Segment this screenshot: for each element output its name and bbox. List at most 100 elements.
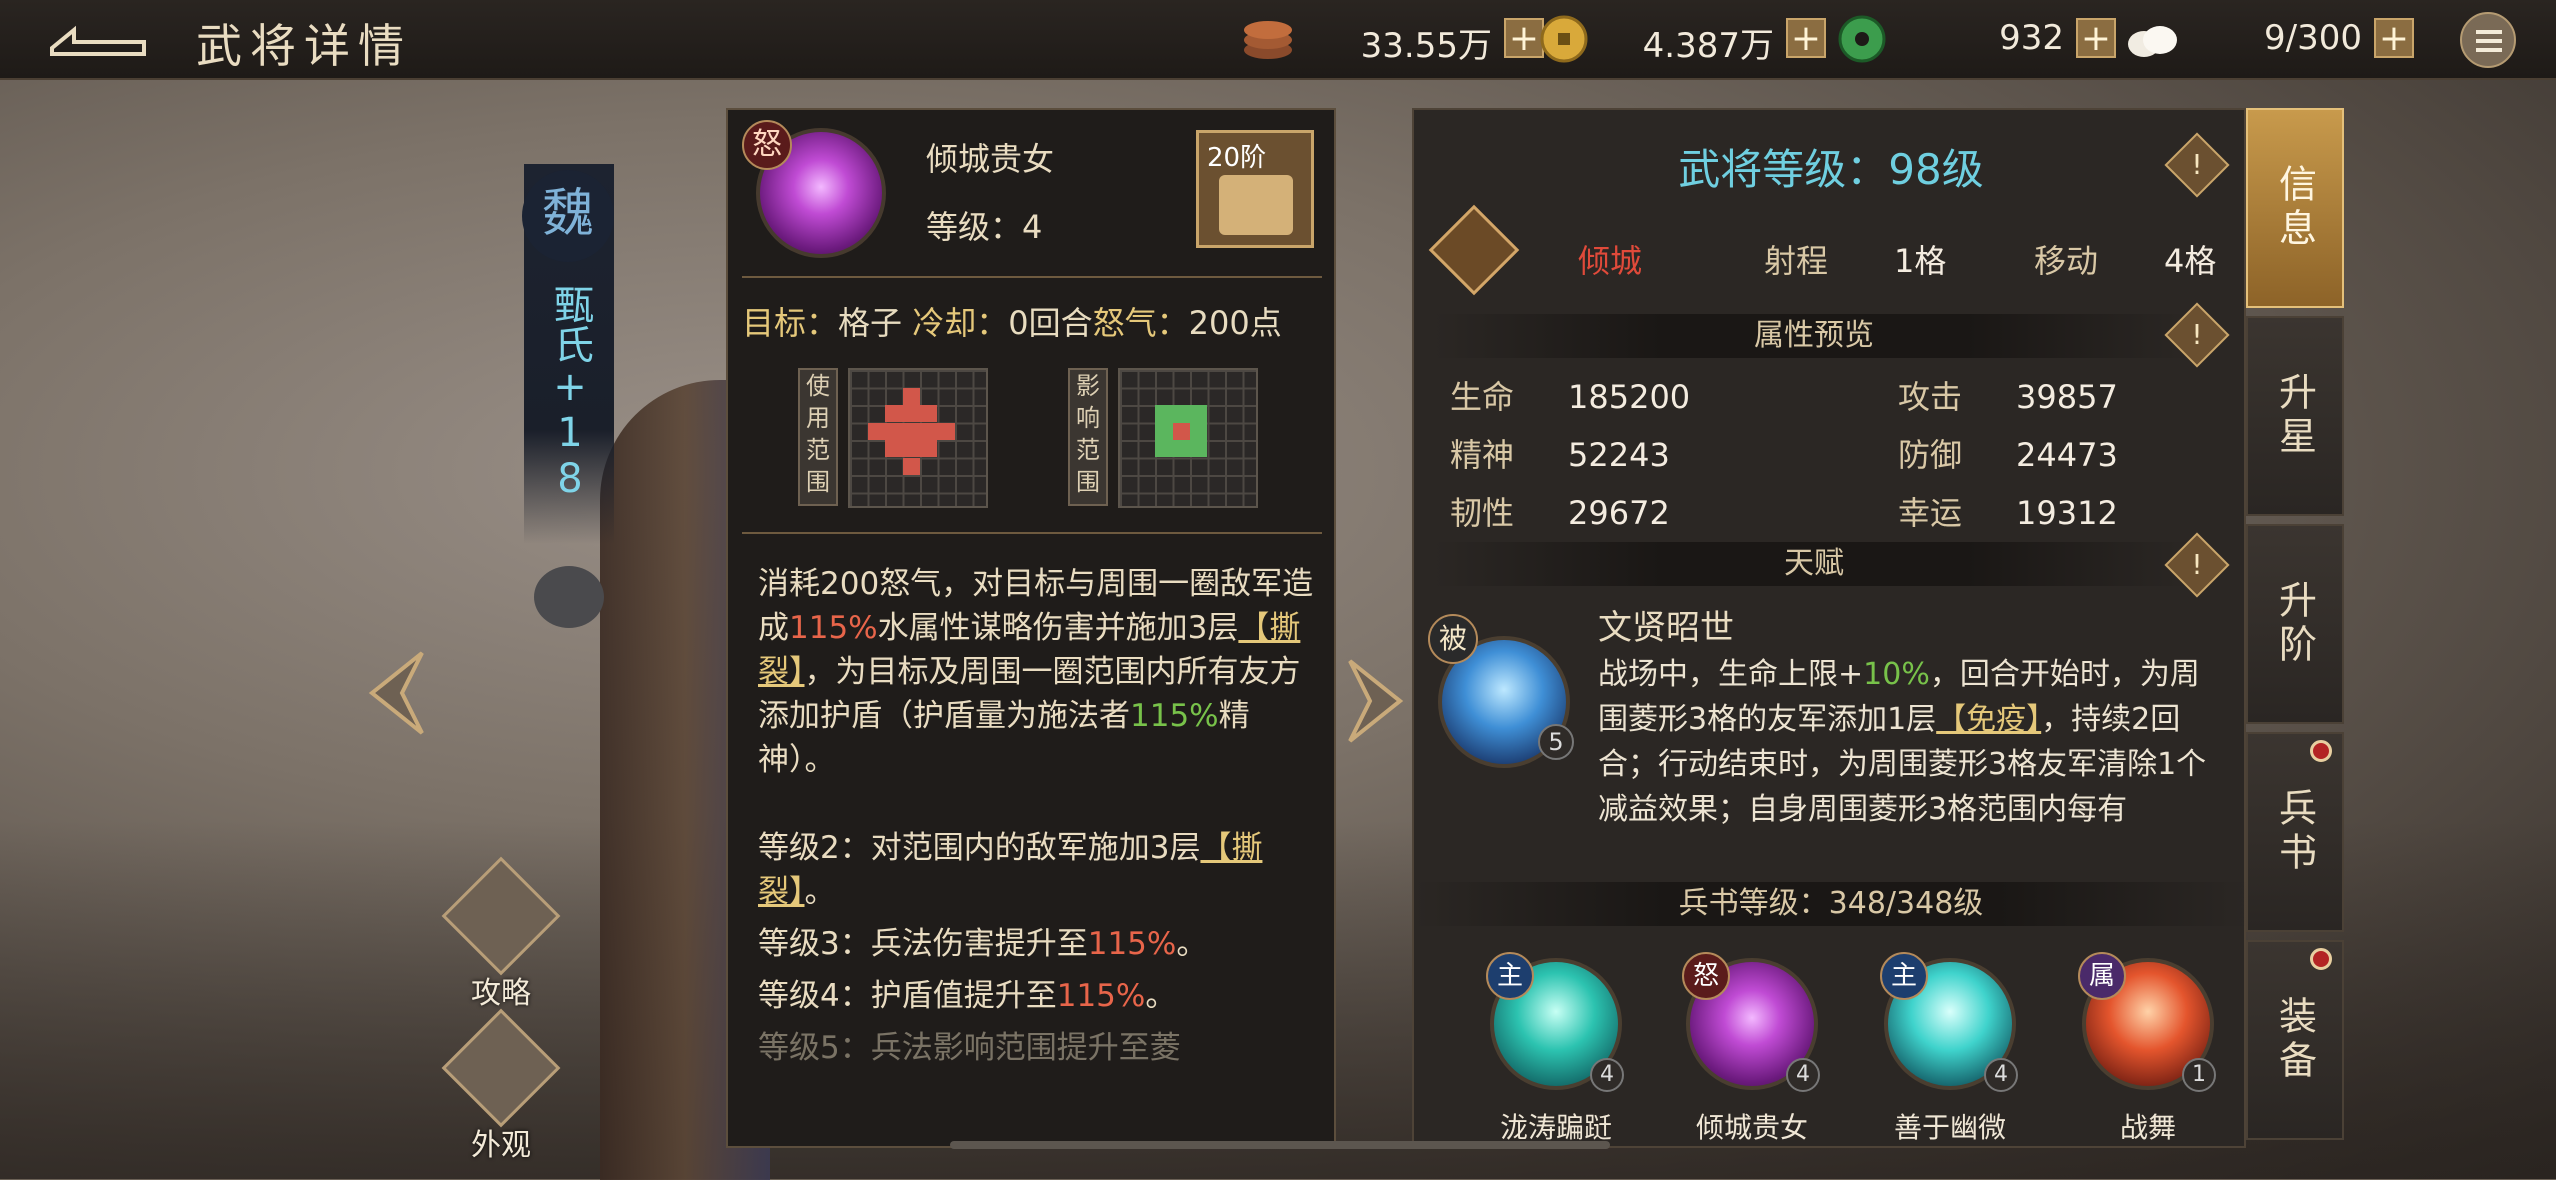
skill-slot-4[interactable]: 属 1 战舞: [2058, 952, 2238, 1146]
skill-level: 等级：4: [926, 208, 1043, 246]
top-bar: 武将详情 33.55万 + 4.387万 + 932 + 9/300 +: [0, 0, 2556, 80]
bingshu-notification-dot: [2310, 740, 2332, 762]
subtle-hand-icon: 主 4: [1880, 952, 2018, 1092]
menu-icon: [2476, 30, 2502, 34]
tab-rank-up[interactable]: 升阶: [2246, 524, 2344, 724]
hero-name-text: 甄氏: [547, 284, 593, 364]
copper-resource: 33.55万 +: [1240, 14, 1544, 66]
appearance-icon: [441, 1008, 561, 1128]
skill-level-badge: 4: [1590, 1058, 1624, 1092]
jade-amount: 932: [1999, 18, 2064, 58]
menu-icon-line: [2476, 39, 2502, 43]
skill-level-badge: 4: [1786, 1058, 1820, 1092]
appearance-button[interactable]: 外观: [441, 1008, 561, 1164]
hero-level: 武将等级：98级: [1678, 145, 1984, 194]
page-title: 武将详情: [196, 19, 412, 73]
jade-resource: 932 +: [1834, 14, 2116, 64]
active-badge: 主: [1486, 952, 1534, 1000]
skill-slot-1[interactable]: 主 4 泷涛蹁跹: [1466, 952, 1646, 1146]
hero-enhance-level: +18: [547, 364, 593, 502]
back-button[interactable]: [44, 18, 154, 62]
scroll-icon: [1219, 175, 1293, 235]
home-indicator: [950, 1141, 1610, 1149]
add-jade-button[interactable]: +: [2076, 18, 2116, 58]
skill-rank-badge: 20阶: [1196, 130, 1314, 248]
add-gold-button[interactable]: +: [1786, 18, 1826, 58]
skill-name: 善于幽微: [1893, 1111, 2006, 1144]
desc-percent: 115%: [1130, 698, 1219, 734]
desc-text: 等级2：对范围内的敌军施加3层: [758, 830, 1201, 866]
talent-name: 文贤昭世: [1598, 608, 1734, 648]
attr-luck: 幸运 19312: [1898, 488, 2118, 534]
talent-text: 战场中，生命上限+: [1598, 657, 1864, 692]
desc-text: 等级3：兵法伤害提升至: [758, 926, 1088, 962]
attr-label: 攻击: [1898, 378, 1963, 416]
attr-section-title: 属性预览: [1434, 314, 2194, 358]
next-hero-arrow-icon[interactable]: [1340, 656, 1410, 746]
attr-value: 39857: [2016, 378, 2118, 416]
skill-name: 泷涛蹁跹: [1499, 1111, 1612, 1144]
attr-value: 19312: [2016, 494, 2118, 532]
center-cell: [1173, 423, 1190, 440]
rage-badge: 怒: [742, 120, 792, 170]
attr-label: 精神: [1450, 436, 1515, 474]
effect-range-grid: [1118, 368, 1258, 508]
attr-hp: 生命 185200: [1450, 372, 1690, 418]
range-cell: [868, 423, 955, 440]
use-range-grid: [848, 368, 988, 508]
rage-label: 怒气：: [1092, 304, 1189, 342]
strategy-button[interactable]: 攻略: [441, 856, 561, 1012]
target-label: 目标：: [742, 304, 839, 342]
menu-button[interactable]: [2460, 12, 2516, 68]
skill-name: 倾城贵女: [1695, 1111, 1808, 1144]
steamed-bun-icon: [2128, 26, 2177, 57]
prev-hero-arrow-icon[interactable]: [362, 648, 432, 738]
skill-description: 消耗200怒气，对目标与周围一圈敌军造成115%水属性谋略伤害并施加3层【撕裂】…: [758, 562, 1318, 1070]
gold-amount: 4.387万: [1642, 26, 1774, 66]
desc-text: 。: [1176, 926, 1208, 962]
faction-emblem: 魏: [522, 170, 614, 262]
desc-percent: 115%: [789, 610, 878, 646]
wave-dance-icon: 主 4: [1486, 952, 1624, 1092]
bingshu-level: 兵书等级：348/348级: [1414, 882, 2248, 926]
copper-amount: 33.55万: [1360, 26, 1492, 66]
desc-text: 。: [804, 874, 836, 910]
attr-value: 24473: [2016, 436, 2118, 474]
desc-text: 等级4：护盾值提升至: [758, 978, 1057, 1014]
skill-level-badge: 4: [1984, 1058, 2018, 1092]
back-arrow-icon: [50, 25, 146, 56]
add-stamina-button[interactable]: +: [2374, 18, 2414, 58]
attr-label: 生命: [1450, 378, 1515, 416]
skill-name: 战舞: [2119, 1111, 2176, 1144]
attr-spirit: 精神 52243: [1450, 430, 1670, 476]
tab-star-up[interactable]: 升星: [2246, 316, 2344, 516]
menu-icon-line: [2476, 48, 2502, 52]
active-badge: 主: [1880, 952, 1928, 1000]
gold-coin-icon: [1540, 15, 1588, 63]
tab-bingshu[interactable]: 兵书: [2246, 732, 2344, 932]
skill-slot-3[interactable]: 主 4 善于幽微: [1860, 952, 2040, 1146]
gold-resource: 4.387万 +: [1536, 14, 1826, 66]
bow-class-icon: [1428, 204, 1520, 296]
tab-info[interactable]: 信息: [2246, 108, 2344, 308]
skill-detail-popup: 怒 倾城贵女 等级：4 20阶 目标：格子 冷却：0回合怒气：200点 使用范围…: [726, 108, 1336, 1148]
attr-label: 韧性: [1450, 494, 1515, 532]
desc-text: 水属性谋略伤害并施加3层: [877, 610, 1239, 646]
range-value: 1格: [1894, 242, 1947, 280]
use-range-label: 使用范围: [798, 368, 838, 506]
attr-value: 52243: [1568, 436, 1670, 474]
lock-seal-icon[interactable]: [534, 566, 604, 628]
attribute-badge: 属: [2078, 952, 2126, 1000]
tab-equipment[interactable]: 装备: [2246, 940, 2344, 1140]
hero-info-panel: 武将等级：98级 ! 倾城 射程 1格 移动 4格 属性预览 ! 生命 18520…: [1412, 108, 2248, 1148]
range-cell: [903, 458, 920, 475]
immune-status-link[interactable]: 【免疫】: [1936, 702, 2041, 737]
cooldown-label: 冷却：: [912, 304, 1009, 342]
talent-level: 5: [1538, 724, 1574, 760]
skill-slot-2[interactable]: 怒 4 倾城贵女: [1662, 952, 1842, 1146]
rage-badge: 怒: [1682, 952, 1730, 1000]
desc-text: 等级5：兵法影响范围提升至菱: [758, 1030, 1181, 1066]
rage-value: 200点: [1188, 304, 1282, 342]
hero-type: 倾城: [1578, 242, 1643, 280]
range-cell: [903, 388, 920, 405]
